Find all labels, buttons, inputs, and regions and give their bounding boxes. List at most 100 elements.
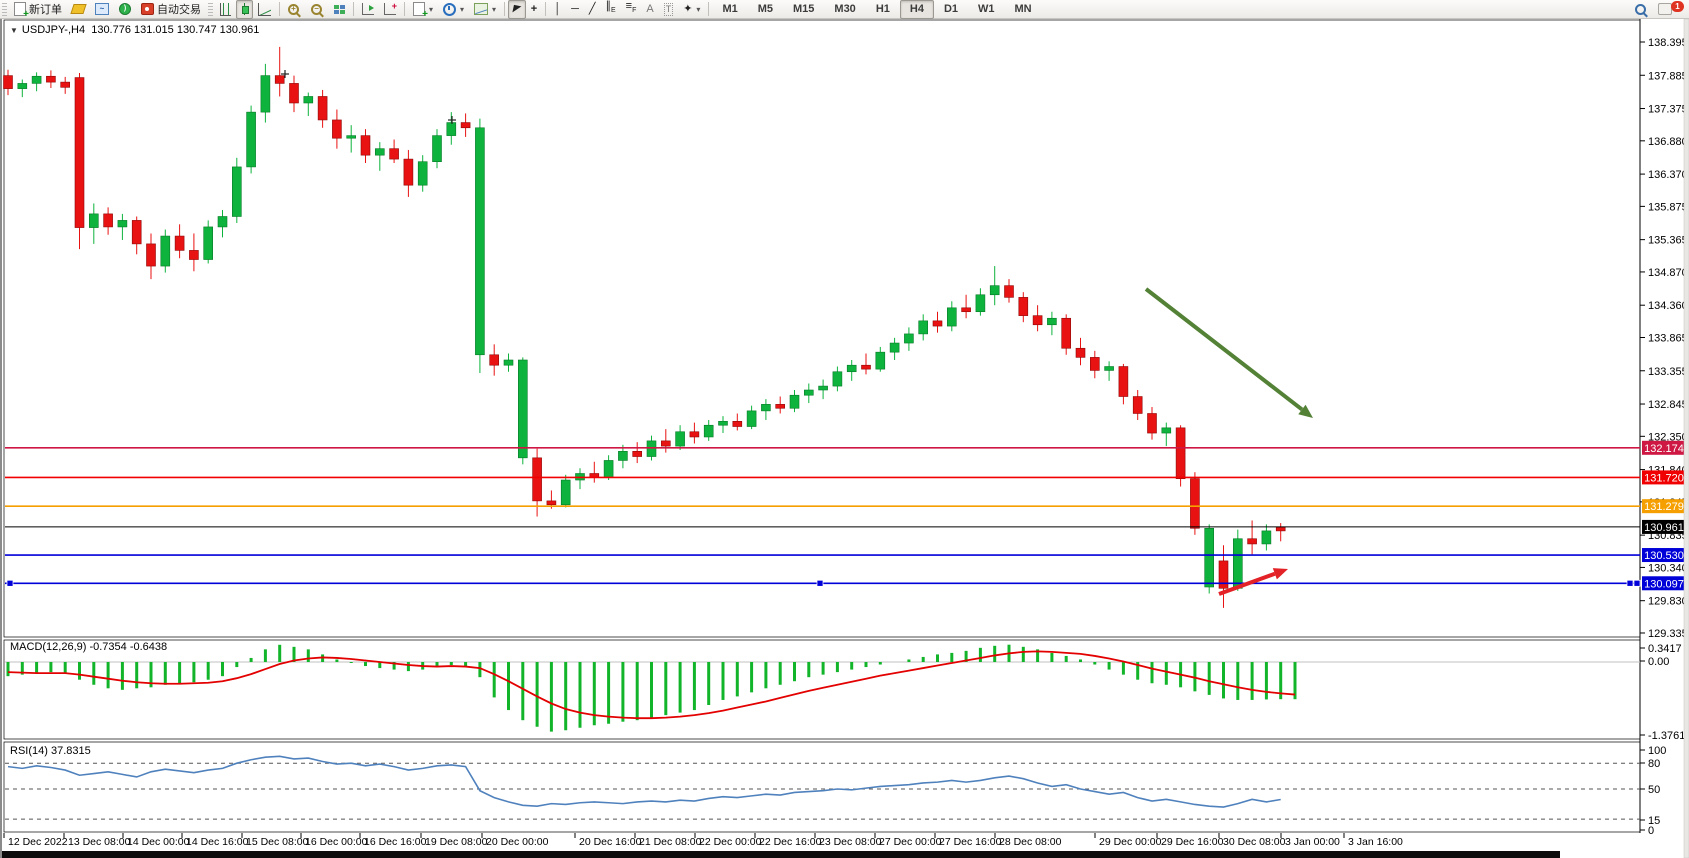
svg-text:132.174: 132.174 <box>1644 443 1684 455</box>
crosshair-button[interactable]: + <box>526 0 542 19</box>
candlestick-chart-button[interactable] <box>236 0 253 19</box>
svg-text:100: 100 <box>1648 745 1666 757</box>
svg-text:129.335: 129.335 <box>1648 628 1688 640</box>
chart-title: ▼USDJPY-,H4 130.776 131.015 130.747 130.… <box>10 24 259 36</box>
text-label-icon: T <box>664 3 674 16</box>
svg-text:-1.3761: -1.3761 <box>1648 730 1685 742</box>
svg-text:50: 50 <box>1648 784 1660 796</box>
periods-button[interactable]: ▾ <box>438 0 469 19</box>
svg-text:137.375: 137.375 <box>1648 104 1688 116</box>
sound-icon: ) <box>119 3 131 15</box>
svg-text:138.395: 138.395 <box>1648 37 1688 49</box>
toolbar-grip[interactable] <box>208 2 213 16</box>
candlestick-chart-icon <box>241 3 248 15</box>
data-window-button[interactable]: ~ <box>90 0 114 19</box>
main-toolbar: 新订单 ~ ) 自动交易 + − + ▾ ▾ ▾ ◤ + │ ─ ╱ ∥E ≡F… <box>0 0 1689 19</box>
macd-indicator-label: MACD(12,26,9) -0.7354 -0.6438 <box>10 641 167 653</box>
svg-text:137.885: 137.885 <box>1648 70 1688 82</box>
timeframe-mn-button[interactable]: MN <box>1005 0 1042 19</box>
text-button[interactable]: A <box>641 0 658 19</box>
svg-text:80: 80 <box>1648 758 1660 770</box>
tile-windows-icon <box>334 5 345 14</box>
bar-chart-icon <box>220 3 231 16</box>
cursor-button[interactable]: ◤ <box>508 0 526 19</box>
channel-button[interactable]: ∥E <box>600 0 620 19</box>
market-watch-button[interactable] <box>67 0 90 19</box>
timeframe-m1-button[interactable]: M1 <box>712 0 747 19</box>
notifications-button[interactable]: 1 <box>1653 0 1689 19</box>
timeframe-h4-button[interactable]: H4 <box>900 0 934 19</box>
svg-text:22 Dec 16:00: 22 Dec 16:00 <box>759 836 822 848</box>
text-icon: A <box>646 4 653 15</box>
timeframe-m15-button[interactable]: M15 <box>783 0 824 19</box>
chart-menu-icon[interactable]: ▼ <box>10 26 18 35</box>
chart-shift-button[interactable]: + <box>379 0 401 19</box>
timeframe-d1-button[interactable]: D1 <box>934 0 968 19</box>
channel-icon: ∥E <box>605 1 615 16</box>
rsi-indicator-label: RSI(14) 37.8315 <box>10 745 91 757</box>
chart-canvas[interactable]: 138.395137.885137.375136.880136.370135.8… <box>0 18 1689 858</box>
svg-text:130.097: 130.097 <box>1644 578 1684 590</box>
trendline-icon: ╱ <box>589 4 596 15</box>
autotrading-button[interactable]: 自动交易 <box>136 0 206 19</box>
vertical-line-icon: │ <box>554 4 561 15</box>
zoom-out-button[interactable]: − <box>306 0 329 19</box>
svg-text:28 Dec 08:00: 28 Dec 08:00 <box>999 836 1062 848</box>
window-left-border <box>0 18 2 858</box>
svg-text:30 Dec 08:00: 30 Dec 08:00 <box>1223 836 1286 848</box>
line-chart-icon <box>258 3 271 16</box>
bar-chart-button[interactable] <box>215 0 236 19</box>
svg-text:135.365: 135.365 <box>1648 235 1688 247</box>
market-watch-icon <box>70 4 86 14</box>
svg-text:29 Dec 16:00: 29 Dec 16:00 <box>1161 836 1224 848</box>
toolbar-grip[interactable] <box>2 2 7 16</box>
svg-text:134.360: 134.360 <box>1648 300 1688 312</box>
svg-text:133.355: 133.355 <box>1648 366 1688 378</box>
svg-text:130.961: 130.961 <box>1644 522 1684 534</box>
line-chart-button[interactable] <box>253 0 276 19</box>
svg-text:29 Dec 00:00: 29 Dec 00:00 <box>1099 836 1162 848</box>
svg-text:129.830: 129.830 <box>1648 596 1688 608</box>
new-chart-button[interactable]: ▾ <box>408 0 438 19</box>
svg-text:130.340: 130.340 <box>1648 562 1688 574</box>
svg-text:134.870: 134.870 <box>1648 267 1688 279</box>
notification-badge: 1 <box>1671 1 1684 12</box>
cursor-icon: ◤ <box>512 3 522 15</box>
chat-bubble-icon <box>1658 3 1672 15</box>
trendline-button[interactable]: ╱ <box>584 0 601 19</box>
svg-text:3 Jan 16:00: 3 Jan 16:00 <box>1348 836 1403 848</box>
svg-text:16 Dec 00:00: 16 Dec 00:00 <box>305 836 368 848</box>
svg-text:0: 0 <box>1648 825 1654 837</box>
svg-text:14 Dec 00:00: 14 Dec 00:00 <box>127 836 190 848</box>
timeframe-m5-button[interactable]: M5 <box>748 0 783 19</box>
fibonacci-button[interactable]: ≡F <box>621 0 642 19</box>
timeframe-h1-button[interactable]: H1 <box>866 0 900 19</box>
text-label-button[interactable]: T <box>659 0 679 19</box>
tile-windows-button[interactable] <box>329 0 350 19</box>
search-icon <box>1635 4 1646 15</box>
autoscroll-button[interactable] <box>357 0 379 19</box>
zoom-in-button[interactable]: + <box>283 0 306 19</box>
horizontal-line-icon: ─ <box>571 4 579 15</box>
svg-text:3 Jan 00:00: 3 Jan 00:00 <box>1285 836 1340 848</box>
autoscroll-icon <box>362 3 374 15</box>
vertical-line-button[interactable]: │ <box>549 0 566 19</box>
horizontal-line-button[interactable]: ─ <box>566 0 584 19</box>
clock-icon <box>443 3 456 16</box>
zoom-out-icon: − <box>311 4 322 15</box>
svg-text:135.875: 135.875 <box>1648 201 1688 213</box>
new-order-button[interactable]: 新订单 <box>9 0 67 19</box>
svg-text:0.3417: 0.3417 <box>1648 643 1682 655</box>
svg-text:20 Dec 00:00: 20 Dec 00:00 <box>486 836 549 848</box>
svg-text:133.865: 133.865 <box>1648 332 1688 344</box>
svg-text:14 Dec 16:00: 14 Dec 16:00 <box>186 836 249 848</box>
arrows-button[interactable]: ✦▾ <box>678 0 705 19</box>
svg-text:23 Dec 08:00: 23 Dec 08:00 <box>819 836 882 848</box>
chart-shift-icon: + <box>384 3 396 15</box>
search-button[interactable] <box>1630 0 1653 19</box>
templates-button[interactable]: ▾ <box>469 0 501 19</box>
new-order-label: 新订单 <box>29 1 62 17</box>
sound-alert-button[interactable]: ) <box>114 0 136 19</box>
timeframe-w1-button[interactable]: W1 <box>968 0 1005 19</box>
timeframe-m30-button[interactable]: M30 <box>824 0 865 19</box>
